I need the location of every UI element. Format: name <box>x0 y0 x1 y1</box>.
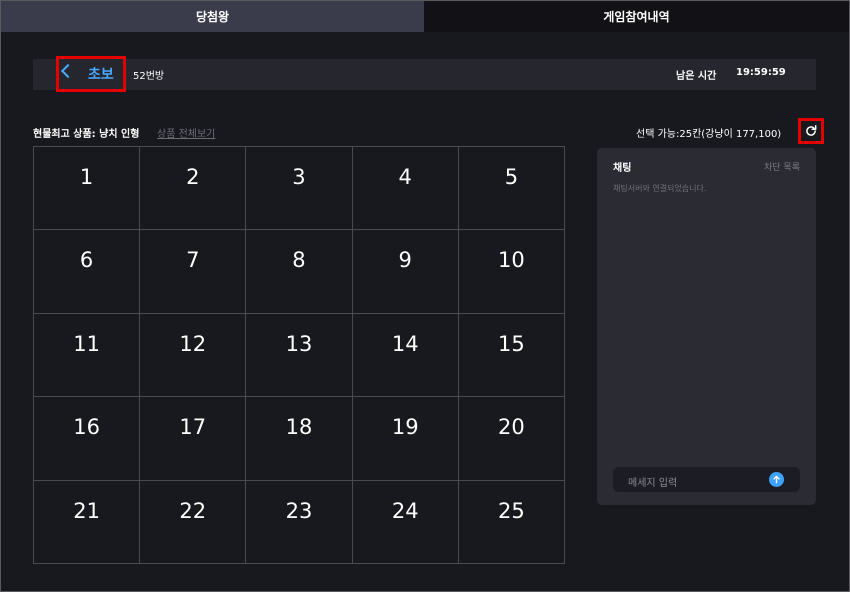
level-label: 초보 <box>88 67 114 83</box>
grid-cell[interactable]: 9 <box>352 230 459 314</box>
remaining-time-label: 남은 시간 <box>676 71 717 82</box>
message-input-placeholder: 메세지 입력 <box>628 478 678 489</box>
grid-cell[interactable]: 6 <box>34 230 141 314</box>
grid-cell[interactable]: 22 <box>140 480 247 564</box>
grid-cell[interactable]: 18 <box>246 397 353 481</box>
chat-panel: 채팅 차단 목록 채팅서버와 연결되었습니다. 메세지 입력 <box>597 148 816 505</box>
remaining-time-value: 19:59:59 <box>736 67 786 78</box>
refresh-icon <box>806 124 817 136</box>
grid-cell[interactable]: 24 <box>352 480 459 564</box>
chat-title: 채팅 <box>613 163 632 174</box>
grid-cell[interactable]: 4 <box>352 147 459 231</box>
tab-winner[interactable]: 당첨왕 <box>1 1 424 32</box>
tab-participation-history[interactable]: 게임참여내역 <box>424 1 849 32</box>
tab-bar: 당첨왕 게임참여내역 <box>1 1 849 32</box>
grid-cell[interactable]: 5 <box>458 147 565 231</box>
grid-cell[interactable]: 19 <box>352 397 459 481</box>
arrow-up-icon <box>773 475 780 484</box>
grid-cell[interactable]: 25 <box>458 480 565 564</box>
refresh-button[interactable] <box>798 118 824 144</box>
send-button[interactable] <box>769 472 784 487</box>
grid-cell[interactable]: 10 <box>458 230 565 314</box>
grid-cell[interactable]: 1 <box>34 147 141 231</box>
chat-system-message: 채팅서버와 연결되었습니다. <box>613 184 707 193</box>
grid-cell[interactable]: 11 <box>34 313 141 398</box>
availability-text: 선택 가능:25칸(강냥이 177,100) <box>636 129 782 140</box>
number-grid: 1 2 3 4 5 6 7 8 9 10 11 12 13 14 15 16 17 18 19 20 21 22 23 24 2… <box>33 146 565 564</box>
grid-cell[interactable]: 21 <box>34 480 141 564</box>
grid-cell[interactable]: 12 <box>140 313 247 398</box>
grid-cell[interactable]: 8 <box>246 230 353 314</box>
view-all-prizes-link[interactable]: 상품 전체보기 <box>157 125 215 140</box>
grid-cell[interactable]: 17 <box>140 397 247 481</box>
grid-cell[interactable]: 7 <box>140 230 247 314</box>
grid-cell[interactable]: 16 <box>34 397 141 481</box>
grid-cell[interactable]: 13 <box>246 313 353 398</box>
grid-cell[interactable]: 15 <box>458 313 565 398</box>
grid-cell[interactable]: 3 <box>246 147 353 231</box>
grid-cell[interactable]: 23 <box>246 480 353 564</box>
grid-cell[interactable]: 14 <box>352 313 459 398</box>
grid-cell[interactable]: 2 <box>140 147 247 231</box>
grid-cell[interactable]: 20 <box>458 397 565 481</box>
room-number: 52번방 <box>133 71 165 82</box>
top-prize-label: 현물최고 상품: 냥치 인형 <box>33 129 140 140</box>
message-input[interactable]: 메세지 입력 <box>613 467 800 492</box>
block-list-link[interactable]: 차단 목록 <box>764 160 800 173</box>
